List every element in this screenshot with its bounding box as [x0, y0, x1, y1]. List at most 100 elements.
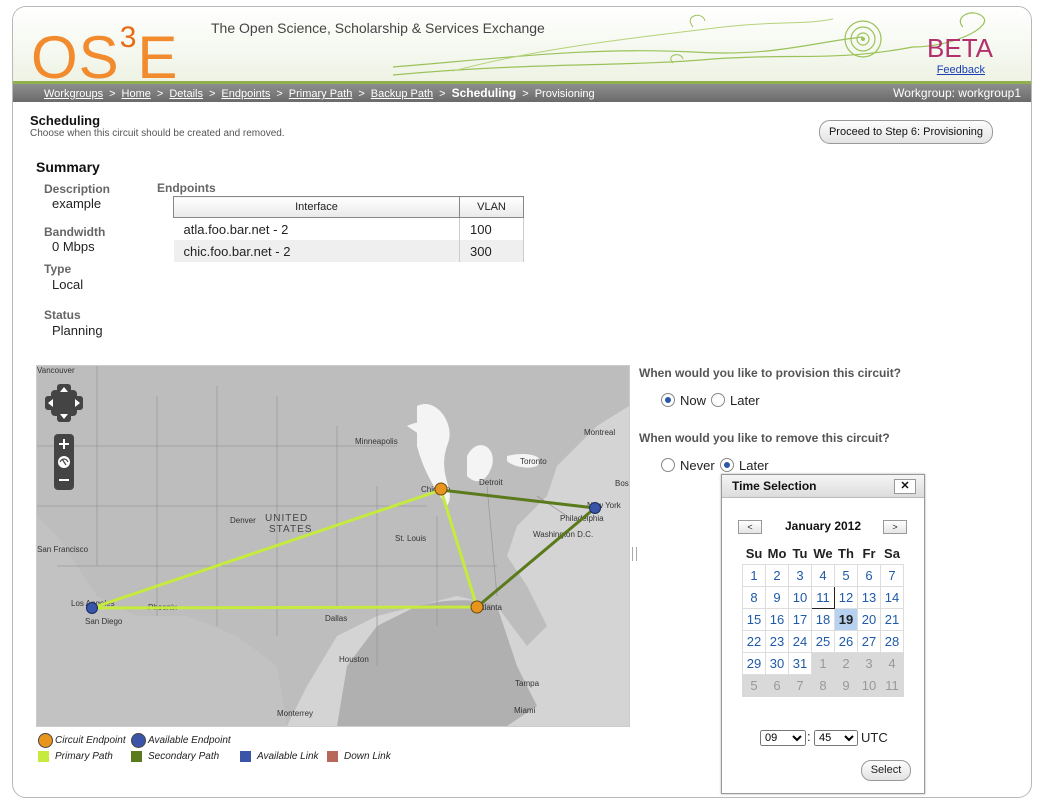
radio-label: Now — [680, 393, 707, 408]
calendar-day[interactable]: 17 — [788, 608, 812, 631]
logo-superscript: 3 — [119, 21, 138, 54]
calendar-day[interactable]: 31 — [788, 652, 812, 675]
map-label-miami: Miami — [514, 706, 536, 715]
select-button[interactable]: Select — [861, 760, 911, 781]
hour-select[interactable]: 09 — [760, 730, 806, 746]
table-row: atla.foo.bar.net - 2 100 — [173, 217, 524, 240]
down-link-swatch — [327, 751, 338, 762]
provision-now-radio[interactable]: Now — [661, 393, 706, 408]
calendar-week: 29 30 31 1 2 3 4 — [742, 652, 904, 675]
table-row: chic.foo.bar.net - 2 300 — [173, 240, 524, 262]
page-subtitle: Choose when this circuit should be creat… — [30, 128, 285, 139]
breadcrumb-primary-path[interactable]: Primary Path — [289, 88, 353, 100]
breadcrumb-backup-path[interactable]: Backup Path — [371, 88, 433, 100]
breadcrumb-workgroups[interactable]: Workgroups — [44, 88, 103, 100]
vlan-cell: 300 — [459, 240, 524, 262]
provision-question: When would you like to provision this ci… — [639, 366, 902, 380]
breadcrumb-separator: > — [522, 88, 529, 100]
time-selection-dialog: Time Selection ✕ January 2012 < > Su Mo … — [721, 474, 925, 794]
calendar-day[interactable]: 23 — [765, 630, 789, 653]
time-colon: : — [807, 729, 811, 744]
next-month-button[interactable]: > — [883, 520, 907, 534]
available-link-swatch — [240, 751, 251, 762]
proceed-button[interactable]: Proceed to Step 6: Provisioning — [819, 120, 993, 144]
calendar-day[interactable]: 13 — [857, 586, 881, 609]
feedback-link[interactable]: Feedback — [937, 64, 985, 76]
calendar-day-today[interactable]: 11 — [811, 586, 835, 609]
calendar-day[interactable]: 28 — [880, 630, 904, 653]
calendar-day[interactable]: 6 — [857, 564, 881, 587]
circuit-endpoint-atlanta[interactable] — [470, 600, 484, 614]
breadcrumb-endpoints[interactable]: Endpoints — [221, 88, 270, 100]
endpoints-table: Interface VLAN atla.foo.bar.net - 2 100 … — [173, 196, 524, 262]
breadcrumb-details[interactable]: Details — [169, 88, 203, 100]
bandwidth-value: 0 Mbps — [52, 239, 95, 254]
logo-tail: E — [137, 24, 179, 84]
available-endpoint-new-york[interactable] — [589, 502, 601, 514]
radio-unchecked-icon[interactable] — [711, 393, 725, 407]
breadcrumb-home[interactable]: Home — [122, 88, 151, 100]
calendar-day[interactable]: 4 — [811, 564, 835, 587]
calendar-day[interactable]: 5 — [834, 564, 858, 587]
remove-later-radio[interactable]: Later — [720, 458, 769, 473]
calendar-day-other-month: 8 — [811, 674, 835, 697]
map-label-dallas: Dallas — [325, 614, 347, 623]
available-endpoint-los-angeles[interactable] — [86, 602, 98, 614]
close-icon[interactable]: ✕ — [894, 479, 916, 494]
description-label: Description — [44, 182, 111, 196]
calendar-day-other-month: 9 — [834, 674, 858, 697]
radio-unchecked-icon[interactable] — [661, 458, 675, 472]
breadcrumb-separator: > — [358, 88, 365, 100]
map-label-toronto: Toronto — [520, 457, 547, 466]
calendar-day[interactable]: 20 — [857, 608, 881, 631]
map-label-san-francisco: San Francisco — [37, 545, 89, 554]
calendar-day[interactable]: 15 — [742, 608, 766, 631]
calendar-day[interactable]: 21 — [880, 608, 904, 631]
weekday-label: Tu — [792, 545, 808, 561]
calendar-day[interactable]: 1 — [742, 564, 766, 587]
pan-control[interactable] — [45, 384, 83, 422]
calendar-day[interactable]: 10 — [788, 586, 812, 609]
provision-later-radio[interactable]: Later — [711, 393, 760, 408]
interface-cell: atla.foo.bar.net - 2 — [173, 217, 460, 240]
radio-checked-icon[interactable] — [720, 458, 734, 472]
radio-label: Later — [739, 458, 769, 473]
map-label-denver: Denver — [230, 516, 256, 525]
calendar-day[interactable]: 27 — [857, 630, 881, 653]
calendar-day[interactable]: 8 — [742, 586, 766, 609]
calendar-day[interactable]: 7 — [880, 564, 904, 587]
prev-month-button[interactable]: < — [738, 520, 762, 534]
logo-letters: OS — [31, 24, 120, 84]
circuit-endpoint-icon — [38, 733, 53, 748]
calendar-day[interactable]: 24 — [788, 630, 812, 653]
calendar-day-other-month: 4 — [880, 652, 904, 675]
calendar-day[interactable]: 16 — [765, 608, 789, 631]
calendar-day[interactable]: 3 — [788, 564, 812, 587]
breadcrumb-separator: > — [276, 88, 283, 100]
panel-splitter[interactable] — [632, 547, 637, 561]
secondary-path-swatch — [131, 751, 142, 762]
calendar-day-selected[interactable]: 19 — [834, 608, 858, 631]
circuit-endpoint-chicago[interactable] — [434, 482, 448, 496]
calendar-day[interactable]: 14 — [880, 586, 904, 609]
status-label: Status — [44, 308, 81, 322]
radio-checked-icon[interactable] — [661, 393, 675, 407]
calendar-day[interactable]: 2 — [765, 564, 789, 587]
calendar-day[interactable]: 9 — [765, 586, 789, 609]
calendar-day-other-month: 3 — [857, 652, 881, 675]
calendar-day-other-month: 2 — [834, 652, 858, 675]
calendar-day[interactable]: 29 — [742, 652, 766, 675]
zoom-control[interactable] — [54, 434, 74, 490]
calendar-day[interactable]: 26 — [834, 630, 858, 653]
type-value: Local — [52, 277, 84, 292]
map-label-monterrey: Monterrey — [277, 709, 313, 718]
network-map[interactable]: Vancouver UNITED STATES Minneapolis Chic… — [36, 365, 630, 727]
calendar-day[interactable]: 12 — [834, 586, 858, 609]
calendar-day[interactable]: 22 — [742, 630, 766, 653]
page-title: Scheduling — [30, 113, 101, 128]
calendar-day[interactable]: 30 — [765, 652, 789, 675]
minute-select[interactable]: 45 — [814, 730, 858, 746]
remove-never-radio[interactable]: Never — [661, 458, 715, 473]
calendar-day[interactable]: 18 — [811, 608, 835, 631]
calendar-day[interactable]: 25 — [811, 630, 835, 653]
